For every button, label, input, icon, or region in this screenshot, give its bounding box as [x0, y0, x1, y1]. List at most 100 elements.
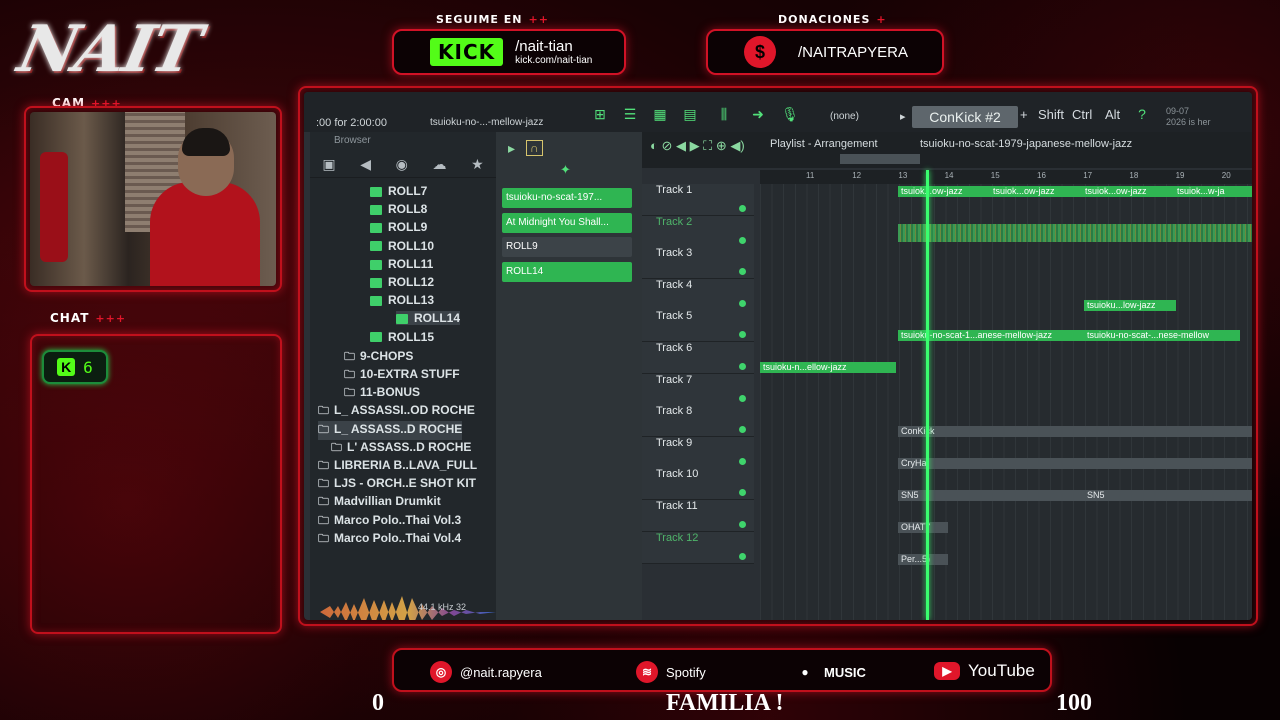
pattern-select[interactable]: (none)	[830, 111, 859, 122]
browser-item[interactable]: ROLL9	[370, 220, 427, 234]
file-icon[interactable]: ▣	[322, 156, 335, 173]
browser-item[interactable]: 🗀 L_ ASSASS..D ROCHE	[318, 420, 463, 440]
mixer-icon[interactable]: ⫼	[714, 106, 734, 122]
playlist-clip[interactable]: tsuiok...ow-jazz	[990, 186, 1082, 197]
track-header[interactable]: Track 7	[642, 373, 754, 406]
apple-music-link[interactable]: ● MUSIC	[794, 661, 866, 683]
track-header[interactable]: Track 9	[642, 436, 754, 469]
browser-item[interactable]: 🗀 LIBRERIA B..LAVA_FULL	[318, 457, 477, 476]
browser-item[interactable]: 🗀 L_ ASSASSI..OD ROCHE	[318, 402, 475, 421]
piano-roll-icon[interactable]: ▦	[650, 106, 670, 122]
playlist-clip[interactable]: tsuioku...low-jazz	[1084, 300, 1176, 311]
track-header[interactable]: Track 10	[642, 468, 754, 501]
track-mute-led[interactable]	[739, 489, 746, 497]
plus-icon[interactable]: +	[1020, 107, 1028, 122]
track-header[interactable]: Track 8	[642, 405, 754, 438]
track-mute-led[interactable]	[739, 205, 746, 212]
playlist-clip[interactable]: CryHat	[898, 458, 1252, 469]
browser-item-label: ROLL8	[388, 202, 428, 217]
track-header[interactable]: Track 2	[642, 215, 754, 248]
browser-item[interactable]: ROLL10	[370, 239, 434, 253]
mic-icon[interactable]: 🎙	[780, 106, 800, 122]
channel-selector[interactable]: ConKick #2	[912, 106, 1018, 128]
browser-item[interactable]: ROLL12	[370, 275, 434, 289]
channel-button[interactable]: At Midnight You Shall...	[502, 212, 632, 233]
ruler-tick: 15	[990, 171, 1000, 180]
track-mute-led[interactable]	[739, 363, 746, 370]
channel-button[interactable]: tsuioku-no-scat-197...	[502, 188, 632, 208]
track-header[interactable]: Track 5	[642, 310, 754, 343]
magnet-icon[interactable]: ∩	[526, 140, 543, 156]
browser-item[interactable]: ROLL13	[370, 293, 434, 307]
browser-item[interactable]: 🗀 9-CHOPS	[344, 348, 413, 367]
scroll-thumb[interactable]	[840, 154, 920, 164]
track-mute-led[interactable]	[739, 457, 746, 465]
browser-item[interactable]: ROLL7	[370, 184, 427, 198]
playlist-tools-icon[interactable]: ◐ ⊘ ◀ ▶ ⛶ ⊕ ◀)	[650, 138, 745, 154]
speaker-icon[interactable]: ◀	[360, 156, 371, 173]
ctrl-key[interactable]: Ctrl	[1072, 107, 1092, 122]
arrow-icon[interactable]: ➜	[748, 106, 768, 122]
center-banner: FAMILIA !	[666, 690, 784, 716]
track-mute-led[interactable]	[739, 268, 746, 276]
playhead[interactable]	[926, 170, 929, 620]
playlist-clip[interactable]: tsuioku-n...ellow-jazz	[760, 362, 896, 373]
youtube-link[interactable]: ▶ YouTube	[934, 661, 1035, 681]
snap-icon[interactable]: ⊞	[590, 106, 610, 122]
donate-pill[interactable]: $ /NAITRAPYERA	[706, 29, 944, 75]
track-header[interactable]: Track 6	[642, 342, 754, 374]
playlist-clip[interactable]: tsuiok...ow-jazz	[1082, 186, 1174, 197]
track-mute-led[interactable]	[739, 521, 746, 528]
browser-item[interactable]: 🗀 11-BONUS	[344, 384, 420, 403]
track-mute-led[interactable]	[739, 299, 746, 307]
playlist-clip[interactable]: tsuioku-no-scat-...nese-mellow	[1084, 330, 1240, 341]
track-header[interactable]: Track 1	[642, 184, 754, 216]
star-icon[interactable]: ★	[471, 156, 484, 173]
track-header[interactable]: Track 11	[642, 500, 754, 532]
playlist-clip[interactable]: tsuiok...w-ja	[1174, 186, 1252, 197]
playlist-clip[interactable]: OHAT7	[898, 522, 948, 533]
browser-item[interactable]: 🗀 Marco Polo..Thai Vol.3	[318, 512, 461, 531]
spotify-link[interactable]: ≋ Spotify	[636, 661, 706, 683]
track-mute-led[interactable]	[739, 426, 746, 434]
track-mute-led[interactable]	[739, 236, 746, 244]
track-mute-led[interactable]	[739, 331, 746, 339]
cloud-icon[interactable]: ☁	[432, 156, 446, 173]
track-header[interactable]: Track 3	[642, 247, 754, 280]
channel-rack-icon[interactable]: ▤	[680, 106, 700, 122]
browser-item[interactable]: ROLL15	[370, 330, 434, 344]
browser-item[interactable]: ROLL14	[396, 311, 461, 326]
playlist-clip[interactable]: tsuiok...ow-jazz	[898, 186, 990, 197]
track-mute-led[interactable]	[739, 552, 746, 560]
playlist-clip[interactable]: Per...5)	[898, 554, 948, 565]
track-mute-led[interactable]	[739, 394, 746, 402]
playlist-clip[interactable]: SN5	[1084, 490, 1252, 501]
track-header[interactable]: Track 4	[642, 278, 754, 311]
kick-pill[interactable]: KICK /nait-tian kick.com/nait-tian	[392, 29, 626, 75]
shift-key[interactable]: Shift	[1038, 107, 1064, 122]
playlist-icon[interactable]: ☰	[620, 106, 640, 122]
globe-icon[interactable]: ◉	[396, 156, 408, 173]
channel-button[interactable]: ROLL9	[502, 237, 632, 257]
browser-item[interactable]: ROLL11	[370, 257, 433, 271]
playlist-clip[interactable]: ConKick	[898, 426, 1252, 437]
arrangement-grid[interactable]: tsuiok...ow-jazz tsuiok...ow-jazz tsuiok..…	[760, 170, 1252, 620]
browser-item[interactable]: 🗀 Marco Polo..Thai Vol.4	[318, 530, 461, 549]
browser-item[interactable]: 🗀 LJS - ORCH..E SHOT KIT	[318, 475, 476, 494]
channel-button[interactable]: ROLL14	[502, 261, 632, 282]
browser-item[interactable]: ROLL8	[370, 202, 427, 216]
track-header[interactable]: Track 12	[642, 531, 754, 564]
help-icon[interactable]: ?	[1132, 106, 1152, 122]
step-icon[interactable]: ✦	[560, 162, 571, 178]
play-icon[interactable]: ▸	[508, 140, 515, 157]
timeline-ruler[interactable]: 11 12 13 14 15 16 17 18 19 20	[760, 170, 1252, 184]
browser-item[interactable]: 🗀 L' ASSASS..D ROCHE	[331, 439, 471, 458]
browser-item[interactable]: 🗀 10-EXTRA STUFF	[344, 366, 460, 385]
browser-item-label: 10-EXTRA STUFF	[360, 367, 460, 381]
browser-item-label: Marco Polo..Thai Vol.4	[334, 530, 462, 545]
instagram-link[interactable]: ◎ @nait.rapyera	[430, 661, 542, 683]
play-small-icon[interactable]: ▸	[900, 110, 906, 123]
browser-item[interactable]: 🗀 Madvillian Drumkit	[318, 493, 441, 512]
alt-key[interactable]: Alt	[1105, 107, 1120, 122]
ruler-tick: 19	[1175, 171, 1185, 180]
